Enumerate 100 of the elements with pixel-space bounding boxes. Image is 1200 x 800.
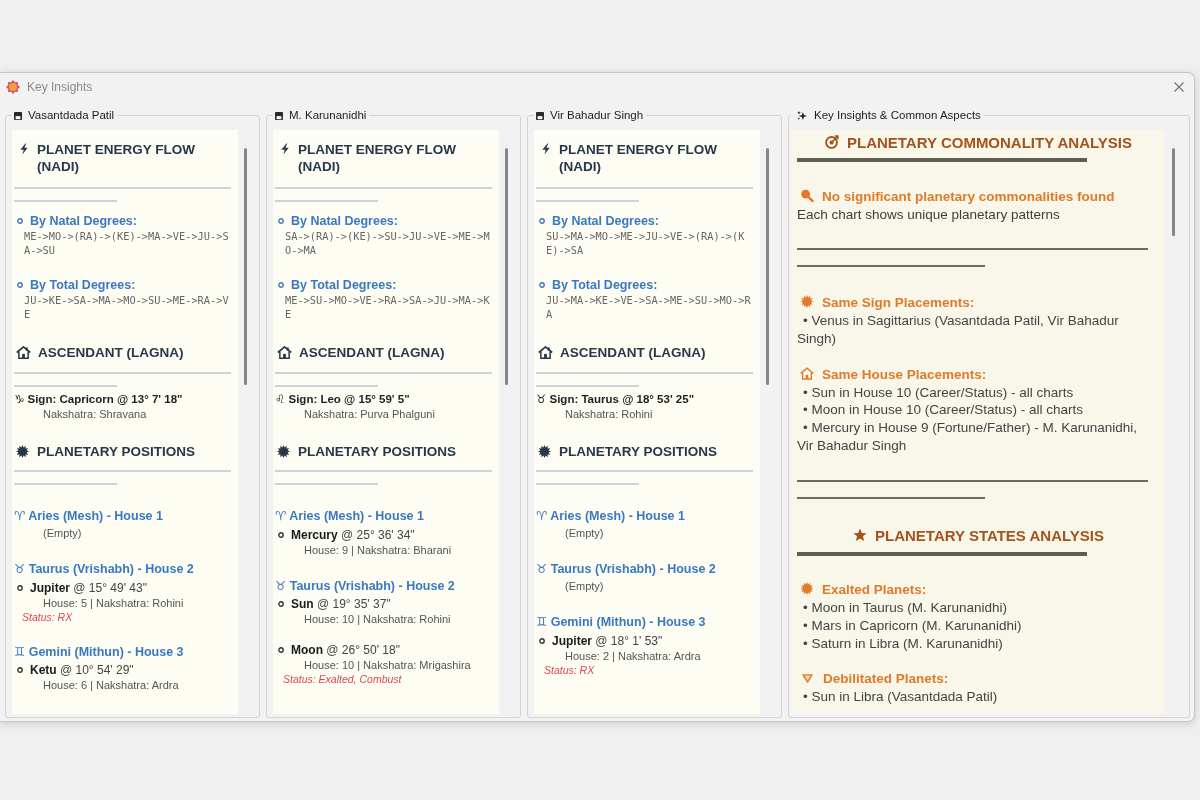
scrollbar-thumb[interactable] (244, 148, 247, 385)
target-icon (825, 134, 839, 149)
group-heading: Debilitated Planets: (823, 670, 949, 686)
list-item: • Venus in Sagittarius (Vasantdada Patil, Vir Bahadur Singh) (797, 312, 1120, 348)
planet-details: House: 6 | Nakshatra: Ardra (42, 678, 180, 693)
nakshatra-text: Nakshatra: Rohini (564, 407, 654, 422)
empty-note: (Empty) (564, 579, 605, 594)
planet-sequence: ME->MO->(RA)->(KE)->MA->VE->JU->SA->SU (24, 230, 230, 257)
lightning-icon (542, 143, 550, 155)
section-heading: ASCENDANT (LAGNA) (38, 344, 185, 361)
section-heading: PLANETARY POSITIONS (559, 443, 719, 460)
sequence-label: By Natal Degrees: (30, 214, 137, 228)
planet-position: Moon @ 26° 50' 18" (291, 643, 400, 657)
section-heading: PLANET ENERGY FLOW (NADI) (559, 141, 718, 175)
list-item: • Mars in Capricorn (M. Karunanidhi) (802, 617, 1023, 635)
section-heading: ASCENDANT (LAGNA) (560, 344, 707, 361)
bullet-icon (539, 282, 545, 288)
planet-details: House: 2 | Nakshatra: Ardra (564, 648, 702, 664)
sequence-label: By Total Degrees: (552, 278, 658, 292)
panel-title: Key Insights & Common Aspects (814, 108, 981, 123)
bullet-icon (17, 584, 23, 591)
house-icon (16, 346, 31, 359)
planet-details: House: 5 | Nakshatra: Rohini (42, 595, 185, 611)
sunburst-icon (800, 582, 814, 596)
house-heading: ♊ Gemini (Mithun) - House 3 (536, 614, 707, 631)
list-item: • Saturn in Libra (M. Karunanidhi) (802, 634, 1004, 653)
house-icon (800, 366, 814, 380)
planet-details: House: 10 | Nakshatra: Rohini (303, 612, 452, 627)
lightning-icon (281, 143, 289, 155)
sunburst-icon (277, 445, 290, 458)
bullet-icon (278, 218, 284, 224)
bullet-icon (539, 637, 545, 644)
star-icon (853, 527, 868, 542)
planet-sequence: ME->SU->MO->VE->RA->SA->JU->MA->KE (285, 294, 491, 321)
house-heading: ♊ Gemini (Mithun) - House 3 (14, 643, 185, 661)
planet-sequence: SA->(RA)->(KE)->SU->JU->VE->ME->MO->MA (285, 230, 491, 257)
empty-note: (Empty) (564, 526, 605, 541)
triangle-down-icon (802, 673, 813, 683)
sunburst-icon (800, 295, 814, 308)
planet-sequence: JU->MA->KE->VE->SA->ME->SU->MO->RA (546, 294, 752, 321)
bullet-icon (17, 282, 23, 288)
section-heading: PLANETARY POSITIONS (298, 443, 458, 460)
planet-status: Status: RX (21, 610, 74, 624)
section-heading: PLANETARY POSITIONS (37, 443, 197, 460)
section-title: PLANETARY STATES ANALYSIS (875, 526, 1104, 544)
house-heading: ♉ Taurus (Vrishabh) - House 2 (275, 577, 456, 595)
house-heading: ♈ Aries (Mesh) - House 1 (536, 508, 686, 525)
house-heading: ♉ Taurus (Vrishabh) - House 2 (536, 561, 717, 578)
planet-status: Status: RX (543, 663, 596, 677)
panel-title: Vir Bahadur Singh (550, 108, 644, 123)
section-heading: ASCENDANT (LAGNA) (299, 344, 446, 361)
ascendant-sign: ♑ Sign: Capricorn @ 13° 7' 18" (14, 392, 184, 407)
bullet-icon (17, 667, 23, 673)
empty-note: (Empty) (42, 526, 83, 541)
house-heading: ♈ Aries (Mesh) - House 1 (275, 508, 425, 525)
scrollbar-thumb[interactable] (505, 148, 508, 385)
panel-title: M. Karunanidhi (289, 108, 367, 123)
sunburst-icon (16, 445, 29, 458)
section-title: PLANETARY COMMONALITY ANALYSIS (847, 133, 1132, 151)
bullet-icon (278, 647, 284, 653)
planet-position: Jupiter @ 18° 1' 53" (552, 633, 663, 648)
section-heading: PLANET ENERGY FLOW (NADI) (298, 141, 457, 175)
ascendant-sign: ♌ Sign: Leo @ 15° 59' 5" (275, 392, 411, 407)
close-icon (1174, 82, 1184, 92)
list-item: • Sun in Libra (Vasantdada Patil) (802, 687, 999, 706)
nakshatra-text: Nakshatra: Purva Phalguni (303, 407, 436, 422)
planet-position: Jupiter @ 15° 49' 43" (30, 580, 147, 595)
planet-details: House: 10 | Nakshatra: Mrigashira (303, 658, 472, 673)
planet-position: Ketu @ 10° 54' 29" (30, 663, 134, 677)
summary-text: Each chart shows unique planetary patterns (797, 206, 1061, 224)
sparkle-icon (797, 110, 807, 121)
lightning-icon (20, 143, 28, 155)
list-item: • Moon in House 10 (Career/Status) - all charts (802, 401, 1085, 420)
bullet-icon (278, 282, 284, 288)
list-item: • Mercury in House 9 (Fortune/Father) - M. Karunanidhi, Vir Bahadur Singh (797, 419, 1139, 455)
sequence-label: By Natal Degrees: (291, 214, 398, 228)
bullet-icon (278, 531, 284, 538)
search-icon (800, 189, 814, 202)
sequence-label: By Total Degrees: (30, 278, 136, 292)
list-item: • Moon in Taurus (M. Karunanidhi) (802, 599, 1009, 618)
group-heading: Exalted Planets: (822, 582, 927, 598)
house-icon (277, 346, 292, 359)
scrollbar-thumb[interactable] (1172, 148, 1175, 236)
ascendant-sign: ♉ Sign: Taurus @ 18° 53' 25" (536, 392, 696, 407)
house-icon (538, 346, 553, 359)
panel-title: Vasantdada Patil (28, 108, 115, 123)
house-heading: ♉ Taurus (Vrishabh) - House 2 (14, 561, 195, 578)
sunburst-icon (538, 445, 551, 458)
app-icon (6, 80, 20, 94)
planet-sequence: JU->KE->SA->MA->MO->SU->ME->RA->VE (24, 294, 230, 321)
scrollbar-thumb[interactable] (766, 148, 769, 385)
summary-heading: No significant planetary commonalities found (822, 189, 1115, 204)
planet-status: Status: Exalted, Combust (282, 673, 403, 686)
sequence-label: By Natal Degrees: (552, 214, 659, 228)
sequence-label: By Total Degrees: (291, 278, 397, 292)
planet-position: Mercury @ 25° 36' 34" (291, 527, 415, 542)
group-heading: Same Sign Placements: (822, 295, 975, 310)
planet-position: Sun @ 19° 35' 37" (291, 597, 391, 611)
bullet-icon (17, 218, 23, 224)
bullet-icon (539, 218, 545, 224)
